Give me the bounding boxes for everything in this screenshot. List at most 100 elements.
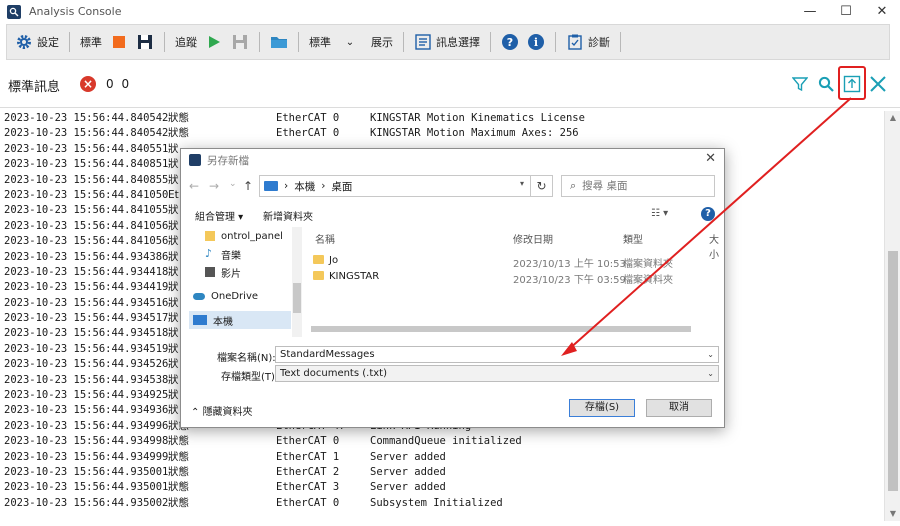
log-time: 2023-10-23 15:56:44.841055 — [4, 204, 169, 217]
file-name: Jo — [329, 255, 339, 266]
log-time: 2023-10-23 15:56:44.934519 — [4, 342, 169, 355]
filetype-select[interactable]: Text documents (.txt) ⌄ — [275, 365, 719, 382]
nav-item-videos[interactable]: 影片 — [189, 263, 291, 281]
settings-label: 設定 — [37, 36, 59, 49]
video-icon — [205, 267, 215, 277]
up-icon[interactable]: ↑ — [243, 179, 253, 193]
navigation-pane: ontrol_panel ♪ 音樂 影片 OneDrive 本機 — [189, 227, 302, 337]
back-icon[interactable]: ← — [189, 179, 199, 193]
log-row[interactable]: 2023-10-23 15:56:44.935002 狀態 EtherCAT 0 Su… — [0, 496, 884, 511]
save-button[interactable]: 存檔(S) — [569, 399, 635, 417]
nav-item-control-panel[interactable]: ontrol_panel — [189, 227, 291, 245]
help-button[interactable]: ? — [497, 28, 523, 56]
maximize-button[interactable]: ☐ — [828, 0, 864, 23]
log-type: 狀 — [168, 327, 179, 340]
settings-button[interactable]: 設定 — [11, 28, 63, 56]
hide-folders-toggle[interactable]: ⌃ 隱藏資料夾 — [191, 403, 253, 418]
save-log-button[interactable] — [132, 28, 158, 56]
address-dropdown-icon[interactable]: ▾ — [520, 179, 524, 188]
file-list-scrollbar[interactable] — [301, 323, 721, 335]
display-button[interactable]: 展示 — [363, 28, 397, 56]
window-title: Analysis Console — [29, 5, 122, 18]
breadcrumb-desktop[interactable]: 桌面 — [331, 179, 352, 194]
log-time: 2023-10-23 15:56:44.934996 — [4, 419, 169, 432]
stop-button[interactable] — [106, 28, 132, 56]
organize-menu[interactable]: 組合管理 ▾ — [195, 208, 243, 223]
folder-icon — [270, 33, 288, 51]
log-type: 狀 — [168, 358, 179, 371]
column-name[interactable]: 名稱 — [315, 231, 335, 246]
file-row[interactable]: Jo 2023/10/13 上午 10:53 檔案資料夾 — [313, 253, 713, 270]
log-type: 狀態 — [168, 112, 189, 124]
save-trace-button[interactable] — [227, 28, 253, 56]
chevron-down-icon[interactable]: ⌄ — [707, 366, 714, 381]
open-folder-button[interactable] — [266, 28, 292, 56]
scroll-up-arrow[interactable]: ▲ — [885, 111, 900, 125]
filter-icon[interactable] — [790, 74, 810, 94]
message-select-button[interactable]: 訊息選擇 — [410, 28, 484, 56]
file-row[interactable]: KINGSTAR 2023/10/23 下午 03:59 檔案資料夾 — [313, 269, 713, 286]
log-msg: Server added — [370, 465, 446, 478]
nav-item-music[interactable]: ♪ 音樂 — [189, 245, 291, 263]
new-folder-button[interactable]: 新增資料夾 — [263, 208, 313, 223]
filename-input[interactable]: StandardMessages ⌄ — [275, 346, 719, 363]
forward-icon[interactable]: → — [209, 179, 219, 193]
info-button[interactable]: i — [523, 28, 549, 56]
column-modified[interactable]: 修改日期 — [513, 231, 553, 246]
log-row[interactable]: 2023-10-23 15:56:44.840542 狀態 EtherCAT 0 KI… — [0, 126, 884, 141]
search-icon[interactable] — [816, 74, 836, 94]
log-time: 2023-10-23 15:56:44.934999 — [4, 450, 169, 463]
list-icon — [414, 33, 432, 51]
log-row[interactable]: 2023-10-23 15:56:44.934999 狀態 EtherCAT 1 Se… — [0, 450, 884, 465]
log-type: 狀 — [168, 204, 179, 217]
log-type: 狀 — [168, 142, 179, 155]
log-time: 2023-10-23 15:56:44.934526 — [4, 358, 169, 371]
log-row[interactable]: 2023-10-23 15:56:44.840542 狀態 EtherCAT 0 KI… — [0, 111, 884, 126]
standard-dropdown[interactable]: 標準 ⌄ — [305, 28, 363, 56]
standard-button[interactable]: 標準 — [76, 28, 106, 56]
scrollbar-thumb[interactable] — [293, 283, 301, 313]
help-icon[interactable]: ? — [701, 207, 715, 221]
log-row[interactable]: 2023-10-23 15:56:44.935001 狀態 EtherCAT 2 Se… — [0, 465, 884, 480]
view-options-icon[interactable]: ☷ ▾ — [651, 208, 668, 219]
chevron-down-icon[interactable]: ⌄ — [707, 347, 714, 362]
computer-icon — [264, 181, 278, 191]
log-time: 2023-10-23 15:56:44.935001 — [4, 481, 169, 494]
minimize-button[interactable]: — — [792, 0, 828, 23]
log-msg: Server added — [370, 450, 446, 463]
play-button[interactable] — [201, 28, 227, 56]
trace-button[interactable]: 追蹤 — [171, 28, 201, 56]
log-type: 狀態 — [168, 481, 189, 494]
log-type: 狀態 — [168, 465, 189, 478]
nav-item-this-pc[interactable]: 本機 — [189, 311, 291, 329]
close-window-button[interactable]: ✕ — [864, 0, 900, 23]
chevron-up-icon: ⌃ — [191, 407, 203, 418]
log-msg: CommandQueue initialized — [370, 435, 522, 448]
log-row[interactable]: 2023-10-23 15:56:44.935001 狀態 EtherCAT 3 Se… — [0, 480, 884, 495]
close-panel-icon[interactable] — [868, 74, 888, 94]
floppy-disk-icon — [136, 33, 154, 51]
search-field[interactable]: ⌕ — [561, 175, 715, 197]
log-time: 2023-10-23 15:56:44.935002 — [4, 496, 169, 509]
address-bar[interactable]: › 本機 › 桌面 ▾ ↻ — [259, 175, 553, 197]
message-category-title: 標準訊息 — [8, 80, 61, 95]
log-time: 2023-10-23 15:56:44.840855 — [4, 173, 169, 186]
search-input[interactable] — [582, 180, 701, 192]
refresh-icon[interactable]: ↻ — [530, 176, 552, 196]
breadcrumb-this-pc[interactable]: 本機 — [294, 179, 315, 194]
recent-dropdown-icon[interactable]: ⌄ — [229, 179, 237, 189]
folder-icon — [313, 255, 324, 264]
scrollbar-thumb[interactable] — [888, 251, 898, 491]
cancel-button[interactable]: 取消 — [646, 399, 712, 417]
toolbar-separator — [298, 32, 299, 52]
dialog-close-button[interactable]: ✕ — [705, 151, 716, 166]
log-row[interactable]: 2023-10-23 15:56:44.934998 狀態 EtherCAT 0 Co… — [0, 434, 884, 449]
log-type: 狀 — [168, 312, 179, 325]
scroll-down-arrow[interactable]: ▼ — [885, 507, 900, 521]
nav-item-onedrive[interactable]: OneDrive — [189, 287, 291, 305]
log-scrollbar[interactable]: ▲ ▼ — [884, 111, 900, 521]
column-type[interactable]: 類型 — [623, 231, 643, 246]
log-time: 2023-10-23 15:56:44.934517 — [4, 312, 169, 325]
diagnostics-button[interactable]: 診斷 — [562, 28, 614, 56]
scrollbar-thumb[interactable] — [311, 326, 691, 332]
